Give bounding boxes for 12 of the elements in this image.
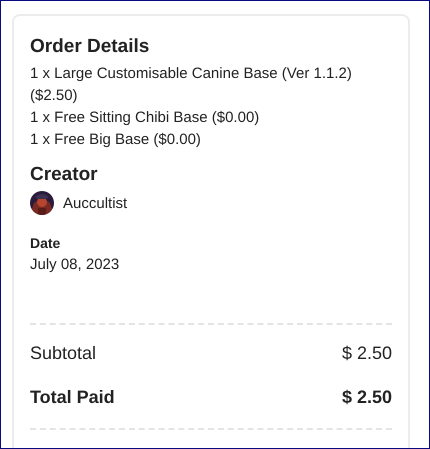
- date-value: July 08, 2023: [30, 256, 120, 273]
- total-label: Total Paid: [30, 387, 115, 408]
- order-item: 1 x Free Sitting Chibi Base ($0.00): [30, 108, 260, 128]
- total-amount: $ 2.50: [342, 387, 392, 408]
- total-label: Subtotal: [30, 343, 96, 364]
- creator-name[interactable]: Auccultist: [63, 194, 128, 212]
- date-label: Date: [30, 235, 62, 251]
- total-amount: $ 2.50: [342, 343, 392, 364]
- order-item: 1 x Free Big Base ($0.00): [30, 130, 202, 150]
- order-item: 1 x Large Customisable Canine Base (Ver 1.1.2) ($2.50): [30, 64, 353, 106]
- section-title: Creator: [30, 164, 99, 186]
- section-title: Order Details: [30, 36, 150, 58]
